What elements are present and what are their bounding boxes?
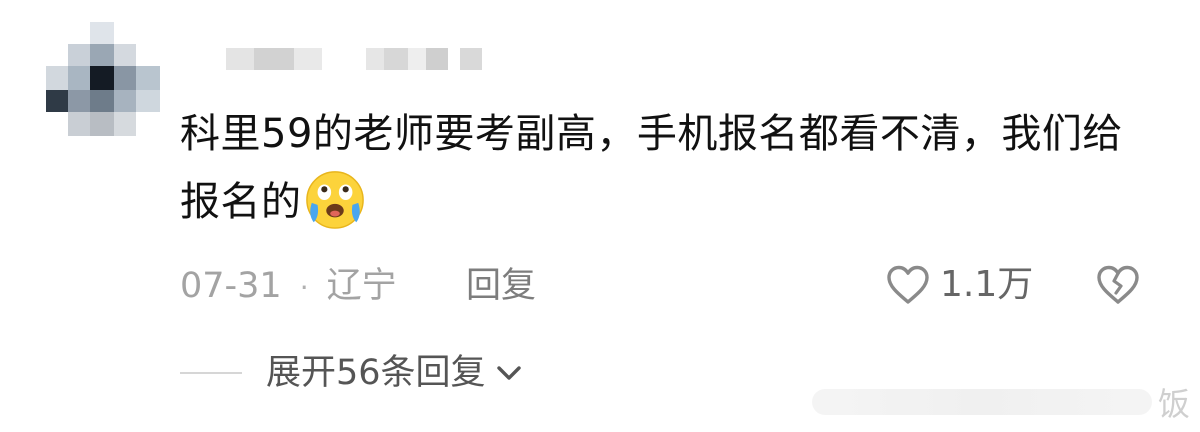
avatar[interactable] xyxy=(46,22,166,142)
expand-replies-button[interactable]: 展开56条回复 xyxy=(180,348,526,398)
crying-emoji-icon xyxy=(305,171,364,229)
username[interactable] xyxy=(186,40,506,76)
divider-line xyxy=(180,372,242,374)
like-count: 1.1万 xyxy=(940,264,1034,305)
comment-meta: 07-31 · 辽宁 xyxy=(180,262,397,310)
reply-button[interactable]: 回复 xyxy=(466,262,536,310)
watermark-char: 饭 xyxy=(1157,385,1190,423)
watermark: 饭 xyxy=(811,378,1190,426)
comment-date: 07-31 xyxy=(180,266,282,306)
comment-text: 科里59的老师要考副高，手机报名都看不清，我们给报名的 xyxy=(180,100,1140,236)
heart-icon xyxy=(887,265,929,304)
broken-heart-icon[interactable] xyxy=(1094,261,1142,309)
chevron-down-icon xyxy=(496,366,521,380)
watermark-bar xyxy=(811,389,1152,415)
comment-item: 科里59的老师要考副高，手机报名都看不清，我们给报名的 07-31 · 辽宁 回复 … xyxy=(0,0,1200,432)
comment-location: 辽宁 xyxy=(326,266,397,306)
meta-separator: · xyxy=(299,271,309,304)
expand-replies-label: 展开56条回复 xyxy=(266,353,486,393)
like-button[interactable]: 1.1万 xyxy=(884,260,1033,310)
